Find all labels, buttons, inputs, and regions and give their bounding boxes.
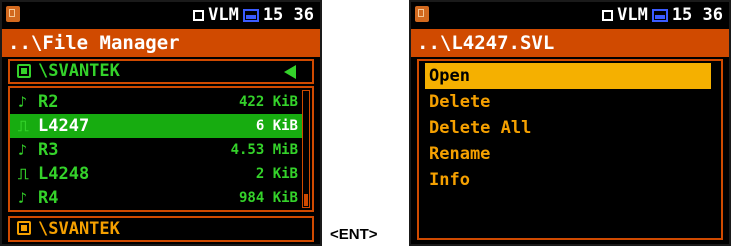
screen-title: ..\File Manager xyxy=(2,29,320,57)
menu-item-delete[interactable]: Delete xyxy=(425,89,711,115)
folder-name: \SVANTEK xyxy=(38,61,120,81)
file-row[interactable]: ⎍ L4248 2 KiB xyxy=(10,162,302,186)
screen-title: ..\L4247.SVL xyxy=(411,29,729,57)
context-menu: Open Delete Delete All Rename Info xyxy=(417,59,723,240)
file-row[interactable]: ⎍ L4247 6 KiB xyxy=(10,114,302,138)
file-name: R4 xyxy=(38,188,59,208)
menu-item-delete-all[interactable]: Delete All xyxy=(425,115,711,141)
note-icon: ♪ xyxy=(18,141,28,159)
status-bar: VLM 15 36 xyxy=(411,2,729,28)
folder-icon xyxy=(17,221,31,235)
status-bar: VLM 15 36 xyxy=(2,2,320,28)
square-indicator-icon xyxy=(193,9,205,21)
menu-item-open[interactable]: Open xyxy=(425,63,711,89)
battery-icon xyxy=(242,8,259,22)
file-manager-screen: VLM 15 36 ..\File Manager \SVANTEK ♪ R2 42… xyxy=(0,0,322,246)
bottom-path-label: \SVANTEK xyxy=(38,219,120,239)
file-context-menu-screen: VLM 15 36 ..\L4247.SVL Open Delete Delete … xyxy=(409,0,731,246)
file-row[interactable]: ♪ R2 422 KiB xyxy=(10,90,302,114)
enter-key-label: <ENT> xyxy=(330,226,378,243)
scrollbar-thumb[interactable] xyxy=(304,194,308,206)
file-name: L4248 xyxy=(38,164,90,184)
menu-item-rename[interactable]: Rename xyxy=(425,141,711,167)
status-indicators: VLM 15 36 xyxy=(602,4,723,26)
status-indicators: VLM 15 36 xyxy=(193,4,314,26)
file-name: L4247 xyxy=(38,116,90,136)
clock-time: 15 36 xyxy=(671,5,723,25)
battery-icon xyxy=(651,8,668,22)
back-arrow-icon[interactable] xyxy=(284,65,296,79)
file-list: ♪ R2 422 KiB ⎍ L4247 6 KiB ♪ R3 4.53 MiB ⎍ L4248 2 … xyxy=(8,86,314,212)
file-size: 2 KiB xyxy=(255,166,298,182)
file-name: R3 xyxy=(38,140,59,160)
file-row[interactable]: ♪ R3 4.53 MiB xyxy=(10,138,302,162)
note-icon: ♪ xyxy=(18,93,28,111)
mode-label: VLM xyxy=(208,5,239,25)
file-size: 4.53 MiB xyxy=(230,142,298,158)
file-size: 6 KiB xyxy=(255,118,298,134)
bottom-path: \SVANTEK xyxy=(8,216,314,242)
file-size: 422 KiB xyxy=(238,94,298,110)
clock-time: 15 36 xyxy=(262,5,314,25)
scrollbar[interactable] xyxy=(302,90,310,208)
file-name: R2 xyxy=(38,92,59,112)
file-size: 984 KiB xyxy=(238,190,298,206)
app-icon xyxy=(415,6,429,22)
note-icon: ♪ xyxy=(18,189,28,207)
waveform-icon: ⎍ xyxy=(18,165,29,183)
current-folder-header[interactable]: \SVANTEK xyxy=(8,59,314,84)
mode-label: VLM xyxy=(617,5,648,25)
folder-icon xyxy=(17,64,31,78)
menu-item-info[interactable]: Info xyxy=(425,167,711,193)
app-icon xyxy=(6,6,20,22)
file-row[interactable]: ♪ R4 984 KiB xyxy=(10,186,302,210)
square-indicator-icon xyxy=(602,9,614,21)
waveform-icon: ⎍ xyxy=(18,117,29,135)
